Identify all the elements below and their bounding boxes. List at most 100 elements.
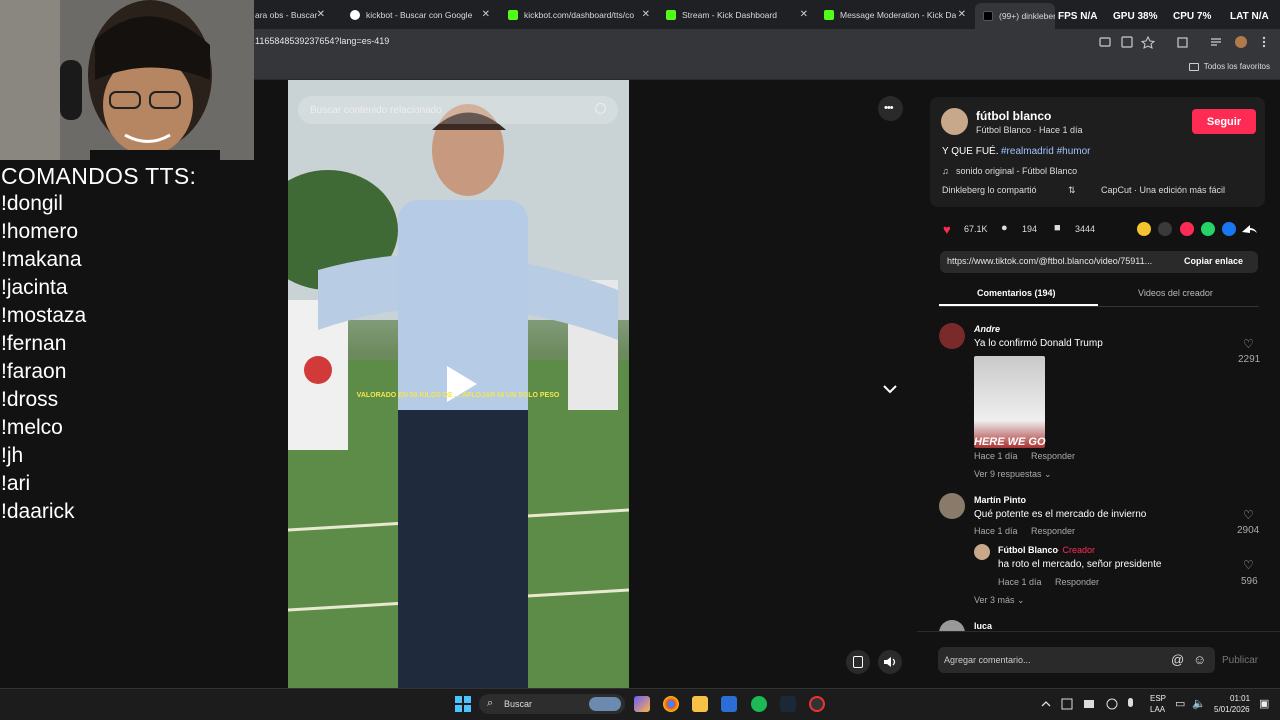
comment-icon[interactable]: ● bbox=[1001, 222, 1008, 234]
comment-user[interactable]: luca bbox=[974, 621, 992, 631]
tiktok-icon bbox=[983, 11, 993, 21]
pip-button[interactable] bbox=[846, 650, 870, 674]
comment-like-icon[interactable]: ♡ bbox=[1243, 558, 1254, 572]
post-hashtags[interactable]: #realmadrid #humor bbox=[1001, 146, 1091, 157]
related-search-input[interactable]: Buscar contenido relacionado bbox=[298, 96, 618, 124]
view-more-label: Ver 3 más bbox=[974, 595, 1015, 605]
close-icon[interactable]: ✕ bbox=[482, 9, 490, 20]
comment-user[interactable]: Andre bbox=[974, 324, 1000, 334]
tab-message-moderation[interactable]: Message Moderation - Kick Da ✕ bbox=[824, 4, 966, 26]
author-subtitle: Fútbol Blanco · Hace 1 día bbox=[976, 125, 1083, 135]
chrome-icon[interactable] bbox=[663, 696, 679, 712]
share-arrow-icon bbox=[1242, 225, 1257, 233]
tab-comments[interactable]: Comentarios (194) bbox=[977, 288, 1056, 298]
search-icon[interactable] bbox=[595, 103, 606, 114]
author-avatar[interactable] bbox=[941, 108, 968, 135]
share-link-text: https://www.tiktok.com/@ftbol.blanco/vid… bbox=[947, 256, 1153, 266]
steam-icon[interactable] bbox=[780, 696, 796, 712]
windows-start-icon[interactable] bbox=[455, 696, 471, 712]
comment-user[interactable]: Martín Pinto bbox=[974, 495, 1026, 505]
follow-button[interactable]: Seguir bbox=[1192, 109, 1256, 134]
comment-like-icon[interactable]: ♡ bbox=[1243, 337, 1254, 351]
comment-text: Ya lo confirmó Donald Trump bbox=[974, 338, 1103, 349]
related-search-placeholder: Buscar contenido relacionado bbox=[310, 104, 442, 116]
kick-icon bbox=[508, 10, 518, 20]
close-icon[interactable]: ✕ bbox=[800, 9, 808, 20]
comment-image[interactable]: HERE WE GO bbox=[974, 356, 1046, 448]
tts-command: !faraon bbox=[1, 360, 67, 383]
more-icon: ••• bbox=[884, 102, 894, 114]
tab-label: kickbot.com/dashboard/tts/co bbox=[524, 10, 635, 20]
emoji-icon[interactable]: ☺ bbox=[1193, 652, 1206, 667]
install-app-icon bbox=[1099, 37, 1111, 47]
language-code[interactable]: ESP bbox=[1150, 694, 1166, 703]
tab-kickbot-google[interactable]: kickbot - Buscar con Google ✕ bbox=[350, 4, 490, 26]
commenter-avatar[interactable] bbox=[939, 323, 965, 349]
creator-avatar[interactable] bbox=[974, 544, 990, 560]
volume-icon[interactable]: 🔈 bbox=[1192, 697, 1206, 710]
music-note-icon: ♫ bbox=[942, 166, 949, 176]
author-name[interactable]: fútbol blanco bbox=[976, 109, 1051, 123]
tab-tiktok-active[interactable]: (99+) dinkleberg (@ ... bbox=[975, 3, 1055, 29]
volume-button[interactable] bbox=[878, 650, 902, 674]
reply-button[interactable]: Responder bbox=[1055, 577, 1099, 587]
more-options-button[interactable]: ••• bbox=[878, 96, 903, 121]
kick-icon bbox=[666, 10, 676, 20]
store-icon[interactable] bbox=[721, 696, 737, 712]
tab-label: (99+) dinkleberg (@ ... bbox=[999, 11, 1055, 21]
heart-icon[interactable]: ♥ bbox=[943, 222, 951, 237]
mention-icon[interactable]: @ bbox=[1171, 652, 1184, 667]
next-video-button[interactable] bbox=[881, 380, 899, 403]
tab-kickbot-tts[interactable]: kickbot.com/dashboard/tts/co ✕ bbox=[508, 4, 650, 26]
file-explorer-icon[interactable] bbox=[692, 696, 708, 712]
copilot-icon[interactable] bbox=[634, 696, 650, 712]
all-bookmarks-button[interactable]: Todos los favoritos bbox=[1188, 62, 1270, 71]
close-icon[interactable]: ✕ bbox=[642, 9, 650, 20]
spotify-icon[interactable] bbox=[751, 696, 767, 712]
taskbar-search[interactable]: ⌕ Buscar bbox=[479, 694, 625, 714]
tab-label: ara obs - Buscar bbox=[255, 10, 318, 20]
tts-command: !dross bbox=[1, 388, 59, 411]
sound-link[interactable]: sonido original - Fútbol Blanco bbox=[956, 166, 1077, 176]
view-more-replies-button[interactable]: Ver 3 más ⌄ bbox=[974, 595, 1025, 606]
whatsapp-icon bbox=[1201, 222, 1215, 236]
close-icon[interactable]: ✕ bbox=[317, 9, 325, 20]
publish-button[interactable]: Publicar bbox=[1222, 655, 1258, 666]
tts-command: !mostaza bbox=[1, 304, 87, 327]
tab-creator-videos[interactable]: Videos del creador bbox=[1138, 288, 1213, 298]
post-description: Y QUE FUÉ. bbox=[942, 146, 999, 157]
like-count: 67.1K bbox=[964, 224, 988, 234]
url-field[interactable]: 1165848539237654?lang=es-419 bbox=[255, 36, 389, 46]
clock-date[interactable]: 5/01/2026 bbox=[1214, 705, 1250, 714]
tts-title: COMANDOS TTS: bbox=[1, 163, 197, 189]
reply-button[interactable]: Responder bbox=[1031, 526, 1075, 536]
capcut-link[interactable]: CapCut · Una edición más fácil bbox=[1101, 185, 1225, 195]
tab-stream-dashboard[interactable]: Stream - Kick Dashboard ✕ bbox=[666, 4, 808, 26]
share-icons-row bbox=[1137, 222, 1257, 236]
network-icon[interactable]: ▭ bbox=[1175, 697, 1185, 710]
reply-button[interactable]: Responder bbox=[1031, 451, 1075, 461]
close-icon[interactable]: ✕ bbox=[958, 9, 966, 20]
tab-obs-search[interactable]: ara obs - Buscar ✕ bbox=[255, 4, 325, 26]
pip-icon bbox=[853, 656, 863, 668]
obs-icon[interactable] bbox=[809, 696, 825, 712]
save-count: 3444 bbox=[1075, 224, 1096, 234]
kick-icon bbox=[824, 10, 834, 20]
clock-time[interactable]: 01:01 bbox=[1230, 694, 1250, 703]
copy-link-button[interactable]: Copiar enlace bbox=[1184, 256, 1243, 266]
bookmark-icon[interactable]: ■ bbox=[1054, 222, 1061, 234]
reply-user[interactable]: Fútbol Blanco bbox=[998, 545, 1058, 555]
notifications-icon[interactable]: ▣ bbox=[1259, 697, 1269, 710]
google-icon bbox=[350, 10, 360, 20]
coin-icon bbox=[1137, 222, 1151, 236]
tab-label: Message Moderation - Kick Da bbox=[840, 10, 957, 20]
browser-toolbar-icons bbox=[1099, 36, 1266, 49]
hud-lat: LAT N/A bbox=[1230, 11, 1269, 22]
commenter-avatar[interactable] bbox=[939, 493, 965, 519]
view-replies-button[interactable]: Ver 9 respuestas ⌄ bbox=[974, 469, 1052, 480]
volume-icon bbox=[884, 657, 896, 667]
hud-cpu-label: CPU bbox=[1173, 11, 1195, 22]
comment-input[interactable]: Agregar comentario... @ ☺ bbox=[938, 647, 1215, 673]
keyboard-layout[interactable]: LAA bbox=[1150, 705, 1165, 714]
comment-like-icon[interactable]: ♡ bbox=[1243, 508, 1254, 522]
